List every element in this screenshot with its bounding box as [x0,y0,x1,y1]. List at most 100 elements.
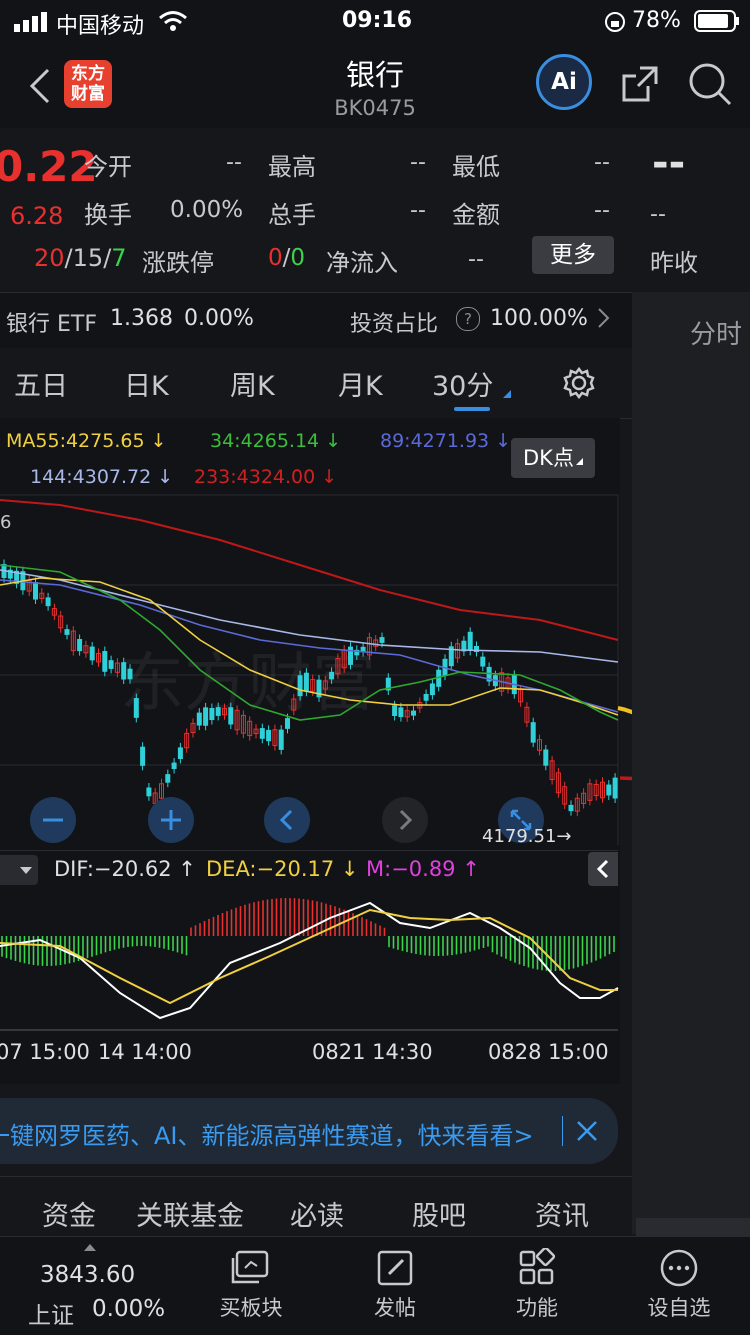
dk-point-button[interactable]: DK点 [511,438,595,478]
ma55-label: MA55:4275.65 ↓ [6,430,167,452]
limit-value: 0/0 [268,245,306,271]
zoom-in-button[interactable] [148,797,194,843]
ma34-label: 34:4265.14 ↓ [210,430,342,452]
amount-value: -- [594,198,610,223]
candle [121,662,127,680]
candle [568,804,574,812]
candle [303,672,309,692]
more-dots-icon [657,1248,701,1288]
candle [467,631,473,651]
candle [140,746,146,766]
ai-button[interactable]: Ai [536,54,592,110]
candle [411,710,416,716]
right-panel [632,292,750,1234]
search-icon[interactable] [686,60,734,112]
time-label-3: 0821 14:30 [312,1040,433,1064]
pan-left-button[interactable] [264,797,310,843]
candle [348,646,353,665]
turnover-value: 0.00% [170,197,244,223]
tab-week-k[interactable]: 周K [230,364,275,403]
tab-intraday-side[interactable]: 分时 [690,314,742,351]
candle [171,762,177,770]
more-button[interactable]: 更多 [532,236,614,274]
m-value: M:−0.89 ↑ [366,857,480,881]
candle [398,707,404,718]
post-button[interactable]: 发帖 [320,1236,470,1334]
turnover-label: 换手 [84,201,132,229]
candle [228,707,234,725]
collapse-chevron-icon[interactable] [588,852,618,886]
pan-right-button[interactable] [382,797,428,843]
status-bar: 中国移动 09:16 78% [0,0,750,44]
price-chart-svg: 东方财富 [0,494,632,845]
indicator-select[interactable] [0,855,38,885]
chevron-right-icon[interactable] [596,306,612,334]
tab-five-day[interactable]: 五日 [14,364,68,403]
share-icon[interactable] [618,62,662,110]
volume-label: 总手 [268,201,316,229]
close-icon[interactable] [574,1118,600,1148]
banner-text[interactable]: 一键网罗医药、AI、新能源高弹性赛道，快来看看> [0,1116,534,1151]
prev-close-dash2: -- [650,202,666,227]
right-panel-footer [636,1218,750,1236]
netflow-label: 净流入 [326,249,398,277]
time-label-1: 07 15:00 [0,1040,90,1064]
signal-icon [14,12,50,38]
low-label: 最低 [452,153,500,181]
index-pct[interactable]: 0.00% [92,1296,165,1322]
ma233-label: 233:4324.00 ↓ [194,466,338,488]
tab-30min[interactable]: 30分 [432,364,493,403]
candle [379,637,385,643]
candle [146,787,152,797]
zoom-out-button[interactable] [30,797,76,843]
dif-value: DIF:−20.62 ↑ [54,857,196,881]
candle [77,639,83,652]
price-change: 6.28 [10,202,64,230]
macd-chart-svg [0,898,619,1031]
candle [33,582,38,600]
candle [127,668,133,680]
buy-sector-button[interactable]: 买板块 [176,1236,326,1334]
high-label: 最高 [268,153,316,181]
candle [278,729,284,750]
candle [203,707,209,726]
expand-up-icon[interactable] [84,1244,96,1251]
limit-label: 涨跌停 [142,249,214,277]
candle [215,707,221,716]
candle [329,671,335,680]
tab-related-funds[interactable]: 关联基金 [136,1194,244,1233]
tab-funds[interactable]: 资金 [42,1194,96,1233]
battery-percent: 78% [632,8,681,33]
etf-price: 1.368 [110,306,173,331]
candle [64,629,70,635]
price: 0.22 [0,142,98,191]
edit-icon [373,1248,417,1288]
candle [259,728,265,739]
projection-line-yellow [617,706,632,715]
prev-close-label: 昨收 [650,249,698,277]
time-label-4: 0828 15:00 [488,1040,609,1064]
buy-sector-icon [229,1248,273,1288]
low-price-marker: 4179.51→ [482,826,572,847]
functions-button[interactable]: 功能 [462,1236,612,1334]
index-value[interactable]: 3843.60 [40,1262,135,1288]
grid-icon [515,1246,559,1288]
banner-divider [562,1116,563,1146]
tab-news[interactable]: 资讯 [535,1194,589,1233]
period-tabs [0,348,632,419]
candle [612,777,618,799]
candle [285,718,290,729]
help-icon[interactable]: ? [456,307,480,331]
candle [209,708,215,721]
index-name[interactable]: 上证 [28,1296,74,1330]
tab-day-k[interactable]: 日K [124,364,169,403]
tab-must-read[interactable]: 必读 [290,1194,344,1233]
tab-month-k[interactable]: 月K [338,364,383,403]
gear-icon[interactable] [562,366,596,404]
add-watchlist-button[interactable]: 设自选 [604,1236,750,1334]
carrier: 中国移动 [56,14,145,39]
tab-forum[interactable]: 股吧 [412,1194,466,1233]
high-value: -- [410,150,426,175]
rise-flat-fall: 20/15/7 [34,244,127,272]
candle [429,683,435,696]
